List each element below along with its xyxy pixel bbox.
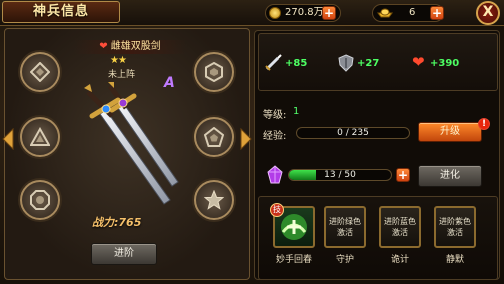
purple-crystal-icon <box>267 165 283 184</box>
add-crystal-button[interactable]: + <box>396 168 410 182</box>
combat-power: 战力:765 <box>92 214 141 230</box>
slot-hexagon[interactable] <box>194 52 234 92</box>
game-screen: 神兵信息 270.8万 + 6 + X ❤ 雌雄双股剑 ★★ 未上阵 A 战力:… <box>0 0 504 284</box>
skill-slot-1[interactable]: 技 <box>270 203 315 248</box>
star-rune-icon <box>204 190 224 210</box>
slot-star[interactable] <box>194 180 234 220</box>
defense-value: +27 <box>357 58 380 69</box>
next-weapon-arrow-icon[interactable] <box>240 127 252 151</box>
add-ingot-button[interactable]: + <box>430 6 444 20</box>
weapon-stars: ★★ <box>110 55 127 66</box>
level-label: 等级: <box>263 110 287 121</box>
skill-name-1: 妙手回春 <box>275 255 312 265</box>
crystal-text: 13 / 50 <box>324 170 356 180</box>
slot-triangle[interactable] <box>20 117 60 157</box>
experience-label: 经验: <box>263 131 287 142</box>
skill-tag-badge: 技 <box>270 203 284 217</box>
skill-name-3: 诡计 <box>390 255 409 265</box>
skill-slot-4[interactable]: 进阶紫色 激活 <box>434 206 476 248</box>
combat-power-value: 765 <box>118 216 142 229</box>
evolve-button[interactable]: 进化 <box>418 165 482 187</box>
hexagon-rune-icon <box>205 62 223 82</box>
crystal-bar: 13 / 50 <box>288 169 392 181</box>
shield-defense-icon <box>338 54 354 72</box>
healing-skill-icon <box>281 214 307 240</box>
twin-swords-image <box>84 82 179 205</box>
gold-amount: 270.8万 <box>285 7 324 18</box>
deploy-status: 未上阵 <box>108 70 136 80</box>
attack-value: +85 <box>285 58 308 69</box>
slot-diamond[interactable] <box>20 52 60 92</box>
advance-button-label: 进阶 <box>114 248 134 259</box>
experience-bar: 0 / 235 <box>296 127 410 139</box>
skill-name-2: 守护 <box>335 255 354 265</box>
pentagon-rune-icon <box>204 127 224 147</box>
ingot-amount: 6 <box>409 7 416 18</box>
weapon-name-banner: ❤ 雌雄双股剑 <box>74 40 186 54</box>
slot-pentagon[interactable] <box>194 117 234 157</box>
window-title-plate: 神兵信息 <box>2 1 120 23</box>
skill-unlock-text-2: 进阶绿色 激活 <box>329 217 361 237</box>
prev-weapon-arrow-icon[interactable] <box>2 127 14 151</box>
heart-icon: ❤ <box>99 41 108 52</box>
triangle-rune-icon <box>30 127 50 146</box>
upgrade-button-label: 升级 <box>440 126 460 137</box>
evolve-button-label: 进化 <box>440 170 460 181</box>
hp-value: +390 <box>430 58 460 69</box>
skill-name-4: 静默 <box>445 255 464 265</box>
upgrade-alert-badge: ! <box>478 118 490 130</box>
upgrade-button[interactable]: 升级 <box>418 122 482 142</box>
slot-octagon[interactable] <box>20 180 60 220</box>
gold-ingot-icon <box>377 6 393 19</box>
experience-text: 0 / 235 <box>337 128 369 138</box>
advance-button[interactable]: 进阶 <box>91 243 157 265</box>
close-button[interactable]: X <box>476 1 500 25</box>
gold-coin-icon <box>269 7 281 19</box>
skill-slot-3[interactable]: 进阶蓝色 激活 <box>379 206 421 248</box>
octagon-rune-icon <box>30 190 50 210</box>
diamond-rune-icon <box>30 62 50 82</box>
heart-hp-icon: ❤ <box>412 53 425 71</box>
level-value: 1 <box>293 106 300 117</box>
skill-unlock-text-4: 进阶紫色 激活 <box>439 217 471 237</box>
combat-power-label: 战力: <box>92 216 119 229</box>
weapon-name: 雌雄双股剑 <box>110 41 161 52</box>
close-icon: X <box>482 4 494 20</box>
sword-attack-icon <box>265 54 282 71</box>
window-title: 神兵信息 <box>32 4 89 19</box>
add-gold-button[interactable]: + <box>322 6 336 20</box>
skill-slot-2[interactable]: 进阶绿色 激活 <box>324 206 366 248</box>
skill-unlock-text-3: 进阶蓝色 激活 <box>384 217 416 237</box>
